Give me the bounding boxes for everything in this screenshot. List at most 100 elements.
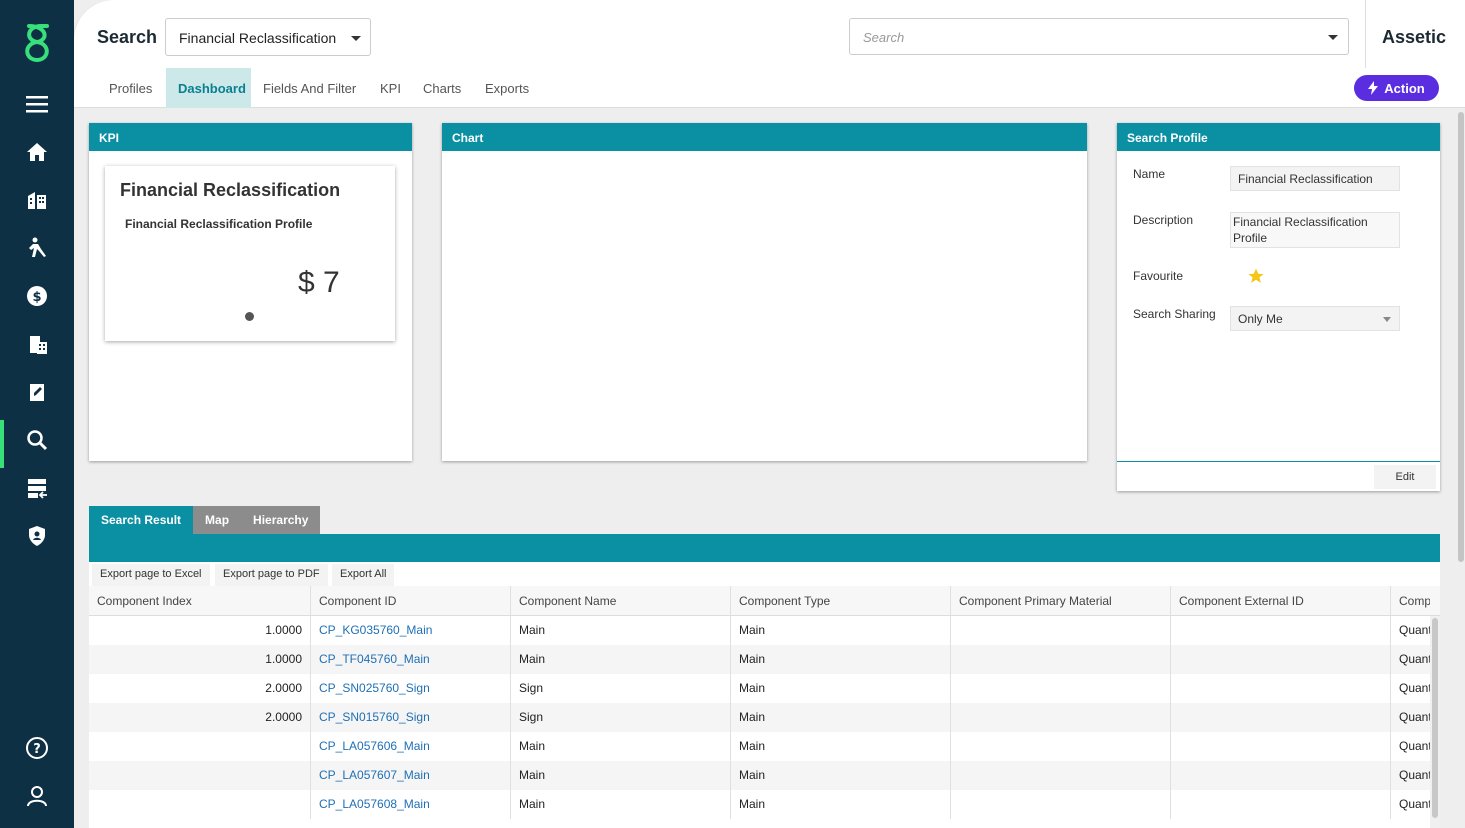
data-transfer-icon[interactable] [0, 468, 74, 508]
app-logo-icon[interactable] [19, 22, 55, 62]
table-row[interactable]: CP_LA057606_Main Main Main Quant [89, 732, 1440, 761]
tab-dashboard[interactable]: Dashboard [166, 68, 251, 108]
grid-scrollbar[interactable] [1430, 616, 1440, 828]
cell-comp: Quant [1390, 790, 1430, 819]
menu-icon[interactable] [0, 84, 74, 124]
security-shield-icon[interactable] [0, 516, 74, 556]
cell-name: Sign [510, 703, 730, 732]
tab-profiles[interactable]: Profiles [97, 68, 167, 108]
search-sharing-select[interactable]: Only Me [1230, 306, 1400, 331]
search-icon[interactable] [0, 420, 74, 468]
finance-icon[interactable]: $ [0, 276, 74, 316]
user-profile-icon[interactable] [0, 776, 74, 816]
chevron-down-icon [1328, 35, 1338, 40]
cell-comp: Quant [1390, 732, 1430, 761]
edit-clipboard-icon[interactable] [0, 372, 74, 412]
cell-material [950, 674, 1170, 703]
export-pdf-button[interactable]: Export page to PDF [215, 564, 328, 586]
top-header: Search Financial Reclassification Search… [74, 0, 1465, 68]
tab-fields-and-filter[interactable]: Fields And Filter [251, 68, 368, 108]
cell-comp: Quant [1390, 674, 1430, 703]
cell-component-id-link[interactable]: CP_SN025760_Sign [310, 674, 510, 703]
chevron-down-icon [1383, 317, 1391, 322]
page-scrollbar-thumb[interactable] [1458, 112, 1464, 562]
table-row[interactable]: 2.0000 CP_SN015760_Sign Sign Main Quant [89, 703, 1440, 732]
col-component-index[interactable]: Component Index [89, 586, 310, 616]
cell-external-id [1170, 674, 1390, 703]
table-row[interactable]: 1.0000 CP_KG035760_Main Main Main Quant [89, 616, 1440, 645]
export-all-button[interactable]: Export All [332, 564, 395, 586]
col-component-name[interactable]: Component Name [510, 586, 730, 616]
tab-map[interactable]: Map [193, 506, 242, 534]
cell-index [89, 761, 310, 790]
col-component-type[interactable]: Component Type [730, 586, 950, 616]
action-button[interactable]: Action [1354, 75, 1439, 101]
search-placeholder: Search [863, 30, 905, 45]
cell-component-id-link[interactable]: CP_LA057607_Main [310, 761, 510, 790]
tab-charts[interactable]: Charts [411, 68, 473, 108]
profile-select[interactable]: Financial Reclassification [165, 18, 371, 56]
table-row[interactable]: 1.0000 CP_TF045760_Main Main Main Quant [89, 645, 1440, 674]
tab-kpi[interactable]: KPI [368, 68, 413, 108]
tab-hierarchy[interactable]: Hierarchy [241, 506, 321, 534]
table-row[interactable]: 2.0000 CP_SN025760_Sign Sign Main Quant [89, 674, 1440, 703]
sidebar: $ ? [0, 0, 74, 828]
cell-comp: Quant [1390, 645, 1430, 674]
cell-type: Main [730, 674, 950, 703]
result-grid: Export page to Excel Export page to PDF … [89, 562, 1440, 828]
cell-external-id [1170, 645, 1390, 674]
cell-external-id [1170, 790, 1390, 819]
search-profile-panel: Search Profile Name Financial Reclassifi… [1117, 123, 1440, 491]
page-title: Search [97, 27, 158, 47]
col-comp[interactable]: Comp [1390, 586, 1430, 616]
tab-exports[interactable]: Exports [473, 68, 541, 108]
cell-type: Main [730, 645, 950, 674]
cell-material [950, 761, 1170, 790]
result-tabs: Search Result Map Hierarchy [89, 506, 321, 534]
col-component-external-id[interactable]: Component External ID [1170, 586, 1390, 616]
cell-name: Main [510, 732, 730, 761]
cell-type: Main [730, 761, 950, 790]
lightning-icon [1368, 81, 1379, 95]
cell-type: Main [730, 616, 950, 645]
chevron-down-icon [351, 36, 361, 41]
description-field[interactable]: Financial Reclassification Profile [1230, 212, 1400, 248]
global-search-input[interactable]: Search [849, 18, 1349, 55]
col-component-primary-material[interactable]: Component Primary Material [950, 586, 1170, 616]
cell-component-id-link[interactable]: CP_TF045760_Main [310, 645, 510, 674]
name-field[interactable]: Financial Reclassification [1230, 166, 1400, 191]
cell-material [950, 645, 1170, 674]
home-icon[interactable] [0, 132, 74, 172]
tab-search-result[interactable]: Search Result [89, 506, 194, 534]
search-profile-title: Search Profile [1117, 123, 1440, 151]
kpi-card[interactable]: Financial Reclassification Financial Rec… [105, 166, 395, 341]
cell-comp: Quant [1390, 761, 1430, 790]
cell-comp: Quant [1390, 703, 1430, 732]
brand-name: Assetic [1382, 27, 1447, 47]
cell-component-id-link[interactable]: CP_LA057606_Main [310, 732, 510, 761]
cell-index: 2.0000 [265, 681, 302, 695]
export-excel-button[interactable]: Export page to Excel [92, 564, 210, 586]
search-sharing-value: Only Me [1238, 312, 1283, 326]
col-component-id[interactable]: Component ID [310, 586, 510, 616]
cell-component-id-link[interactable]: CP_SN015760_Sign [310, 703, 510, 732]
cell-component-id-link[interactable]: CP_LA057608_Main [310, 790, 510, 819]
cell-component-id-link[interactable]: CP_KG035760_Main [310, 616, 510, 645]
calculator-icon[interactable] [0, 324, 74, 364]
edit-button[interactable]: Edit [1374, 465, 1436, 489]
profile-footer: Edit [1117, 461, 1440, 491]
favourite-star-icon[interactable] [1247, 267, 1265, 285]
table-row[interactable]: CP_LA057607_Main Main Main Quant [89, 761, 1440, 790]
cell-index: 1.0000 [265, 652, 302, 666]
page-scrollbar[interactable] [1457, 112, 1465, 562]
help-icon[interactable]: ? [0, 728, 74, 768]
description-label: Description [1133, 213, 1194, 227]
grid-scrollbar-thumb[interactable] [1432, 618, 1438, 818]
building-icon[interactable] [0, 180, 74, 220]
worker-icon[interactable] [0, 228, 74, 268]
kpi-card-subtitle: Financial Reclassification Profile [125, 217, 313, 231]
favourite-label: Favourite [1133, 269, 1184, 283]
name-label: Name [1133, 167, 1166, 181]
table-row[interactable]: CP_LA057608_Main Main Main Quant [89, 790, 1440, 819]
kpi-page-dot[interactable] [245, 312, 254, 321]
